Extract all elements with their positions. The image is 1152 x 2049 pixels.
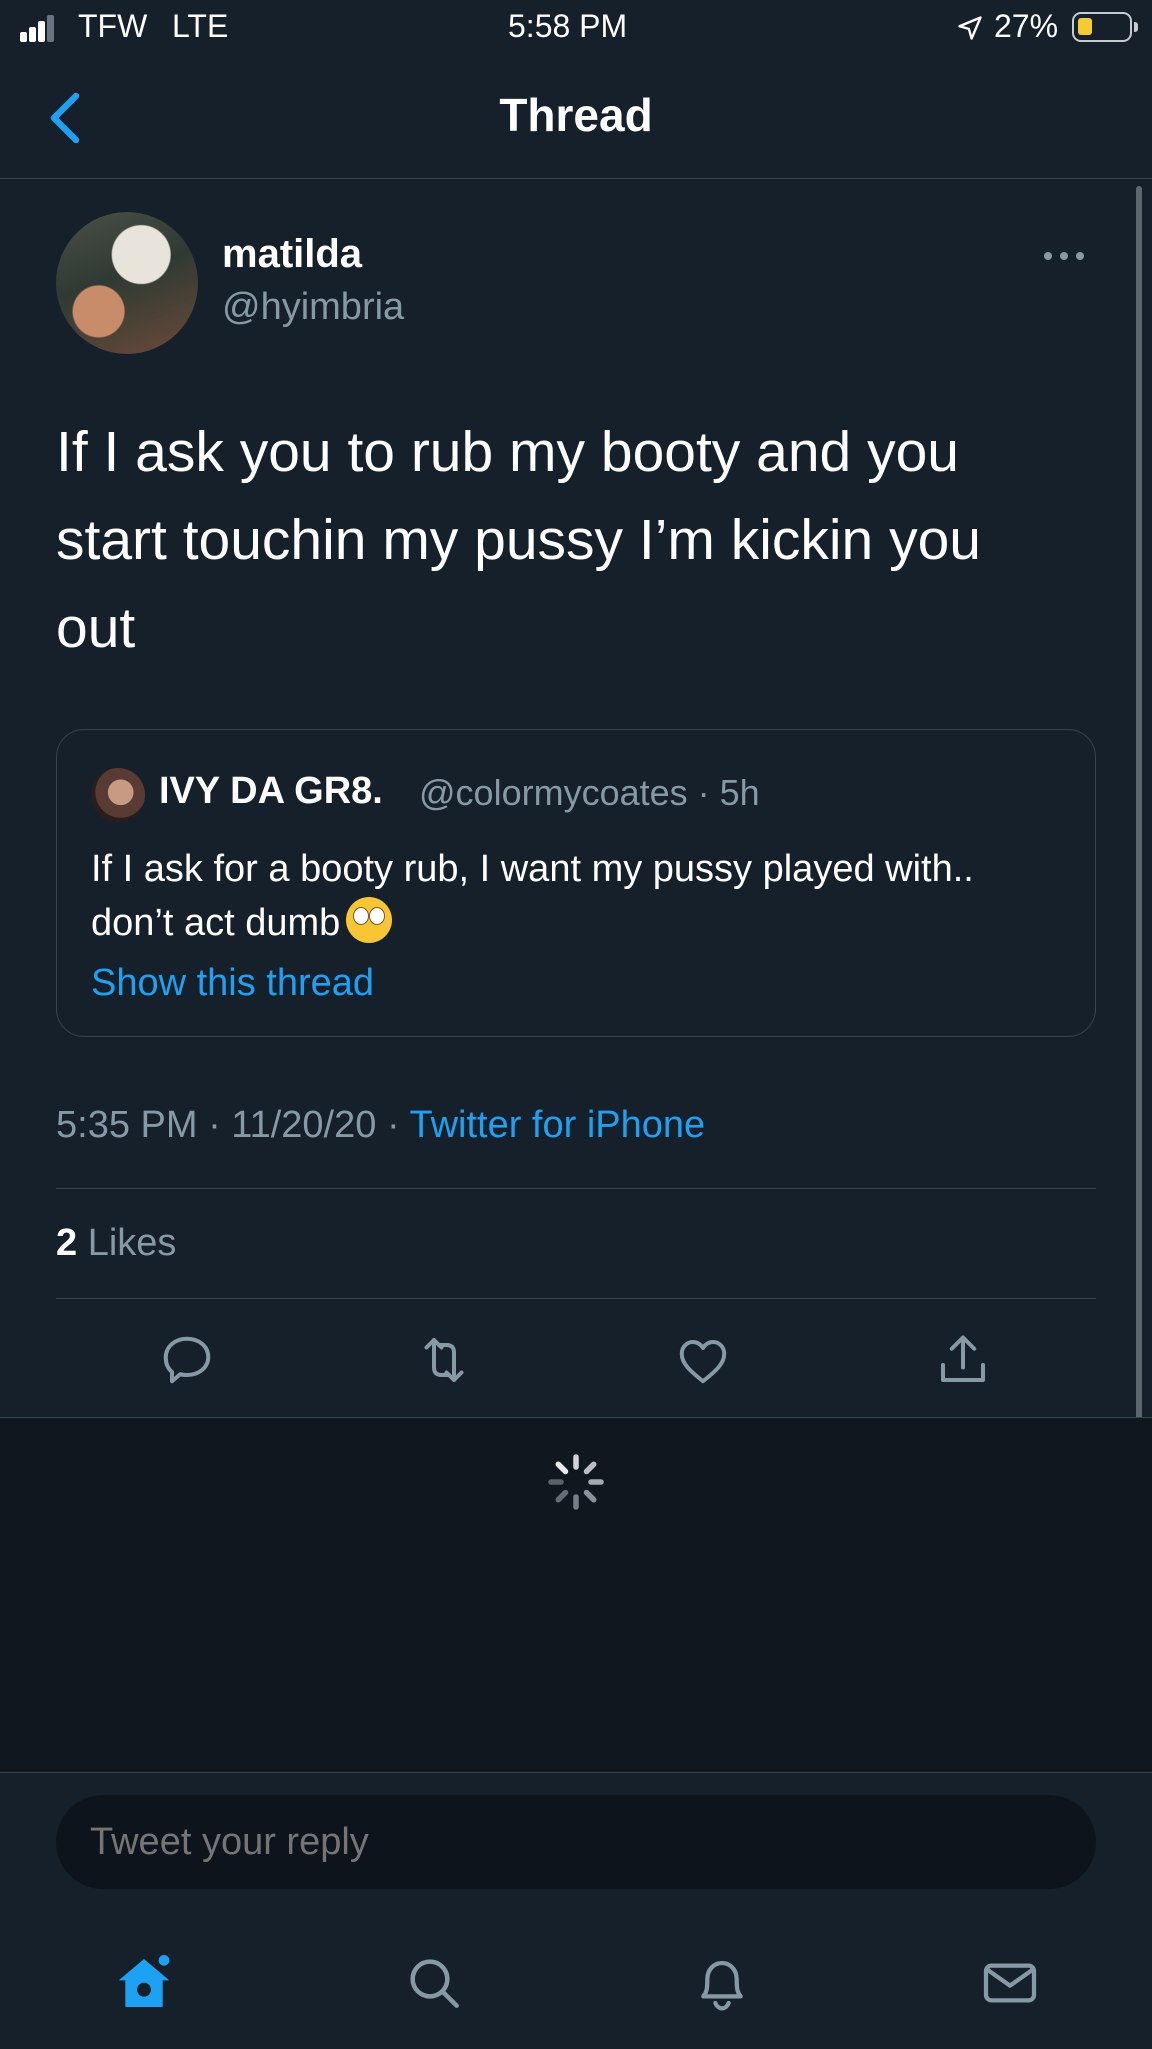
retweet-button[interactable]	[414, 1330, 474, 1390]
location-icon	[958, 16, 982, 40]
reply-icon	[163, 1336, 211, 1384]
status-bar: TFW LTE 5:58 PM 27%	[0, 0, 1152, 58]
like-icon	[679, 1340, 727, 1384]
search-icon	[410, 1959, 459, 2008]
likes-stat[interactable]: 2 Likes	[56, 1222, 176, 1265]
like-button[interactable]	[673, 1330, 733, 1390]
tweet-meta: 5:35 PM · 11/20/20 · Twitter for iPhone	[56, 1104, 705, 1147]
reply-button[interactable]	[157, 1330, 217, 1390]
quoted-text-wrap: If I ask for a booty rub, I want my puss…	[91, 842, 1051, 950]
home-icon	[118, 1951, 173, 2007]
divider	[56, 1188, 1096, 1189]
tab-search[interactable]	[402, 1951, 466, 2015]
share-button[interactable]	[933, 1330, 993, 1390]
carrier-label: TFW	[78, 8, 148, 44]
likes-count: 2	[56, 1222, 78, 1264]
show-thread-link[interactable]: Show this thread	[91, 962, 374, 1005]
tweet-source-link[interactable]: Twitter for iPhone	[409, 1104, 705, 1146]
reply-bar	[0, 1772, 1152, 2049]
battery-icon	[1072, 12, 1138, 42]
loading-spinner-icon	[548, 1454, 604, 1510]
network-label: LTE	[172, 8, 229, 44]
notifications-icon	[701, 1960, 743, 2011]
tab-messages[interactable]	[978, 1951, 1042, 2015]
share-icon	[941, 1335, 985, 1382]
quoted-tweet[interactable]: IVY DA GR8. @colormycoates · 5h If I ask…	[56, 729, 1096, 1037]
quoted-author-handle: @colormycoates · 5h	[419, 772, 760, 813]
page-title: Thread	[499, 89, 653, 141]
likes-label: Likes	[87, 1222, 177, 1264]
quoted-text: If I ask for a booty rub, I want my puss…	[91, 848, 974, 944]
tweet-text: If I ask you to rub my booty and you sta…	[56, 420, 981, 660]
battery-percent: 27%	[994, 8, 1059, 44]
reply-input[interactable]	[56, 1795, 1096, 1889]
avatar[interactable]	[56, 212, 198, 354]
retweet-icon	[424, 1338, 464, 1382]
messages-icon	[983, 1963, 1037, 2003]
divider	[56, 1298, 1096, 1299]
quoted-avatar	[91, 768, 145, 822]
clock: 5:58 PM	[508, 8, 628, 44]
more-options-icon[interactable]	[1044, 248, 1094, 264]
author-handle[interactable]: @hyimbria	[222, 286, 404, 329]
tweet-timestamp: 5:35 PM · 11/20/20 ·	[56, 1104, 410, 1146]
nav-bar: Thread	[0, 58, 1152, 179]
signal-icon	[20, 14, 54, 42]
quoted-author-name: IVY DA GR8.	[159, 770, 383, 812]
face-with-rolling-eyes-icon	[346, 897, 393, 943]
author-name[interactable]: matilda	[222, 232, 362, 277]
tab-notifications[interactable]	[690, 1951, 754, 2015]
tab-home[interactable]	[112, 1951, 176, 2015]
